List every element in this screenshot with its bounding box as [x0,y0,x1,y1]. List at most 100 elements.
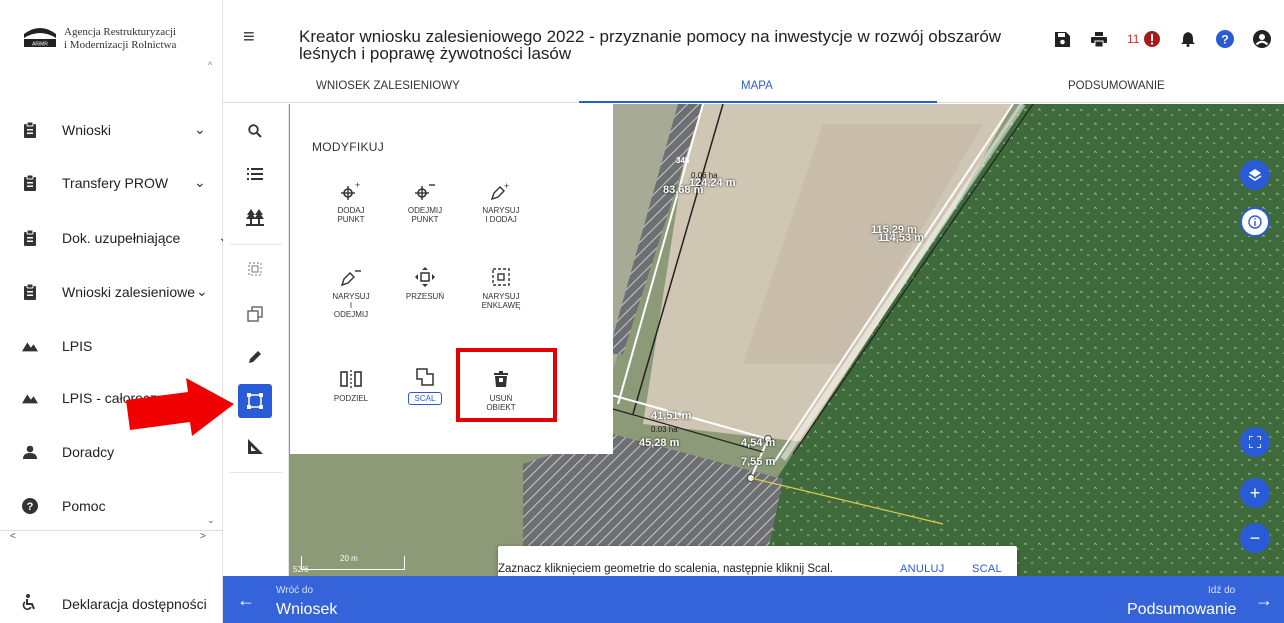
clipboard-icon [22,122,38,138]
cancel-button[interactable]: ANULUJ [900,563,945,575]
terrain-icon [22,338,38,354]
split-button[interactable]: PODZIEL [316,364,386,403]
select-area-icon[interactable] [238,252,272,286]
tool-label: NARYSUJ [482,206,520,215]
toolbar-divider [229,244,283,245]
fullscreen-button[interactable] [1240,427,1270,457]
tool-label: ODEJMIJ [333,310,369,319]
help-icon[interactable]: ? [1216,30,1235,48]
info-button[interactable] [1240,207,1270,237]
length-label: 41,51 m [651,410,692,422]
sidebar-item-wnioski[interactable]: Wnioski ⌄ [22,118,206,142]
sidebar: ARiMR Agencja Restrukturyzacji i Moderni… [0,0,230,623]
sidebar-item-doradcy[interactable]: Doradcy [22,440,114,464]
clipboard-icon [22,284,38,300]
arimr-logo-icon: ARiMR [24,26,56,48]
forest-icon[interactable] [238,200,272,234]
map-scale-label: 20 m [340,554,358,563]
modify-panel: MODYFIKUJ + DODAJ PUNKT ODEJMIJ PUNKT + … [290,104,613,454]
tool-label: NARYSUJ [482,292,520,301]
brand-name: Agencja Restrukturyzacji i Modernizacji … [64,26,176,52]
snackbar-message: Zaznacz kliknięciem geometrie do scaleni… [498,563,833,575]
tool-label: PODZIEL [333,394,369,403]
sidebar-item-pomoc[interactable]: ? Pomoc [22,494,106,518]
bottom-navigation: ← Wróć do Wniosek Idź do Podsumowanie → [223,576,1284,623]
move-icon [390,262,460,292]
tab-podsumowanie[interactable]: PODSUMOWANIE [1068,80,1165,92]
toolbar-divider [229,472,283,473]
map-toolbar [223,104,289,576]
svg-text:?: ? [27,501,34,513]
add-point-button[interactable]: + DODAJ PUNKT [316,176,386,224]
measure-icon[interactable] [238,429,272,463]
chevron-down-icon[interactable]: ⌄ [196,283,208,300]
info-icon [1248,215,1262,229]
scroll-right-icon[interactable]: > [200,531,206,542]
sidebar-item-label: Transfery PROW [62,175,169,191]
account-icon[interactable] [1253,30,1272,48]
map-view[interactable]: ^ ^ [223,104,1284,576]
fullscreen-icon [1249,436,1261,448]
plus-icon: + [1249,482,1261,503]
accessibility-link[interactable]: Deklaracja dostępności [22,594,207,613]
tool-label: ENKLAWĘ [481,301,521,310]
annotation-arrow-icon [126,378,234,436]
tab-wniosek-zalesieniowy[interactable]: WNIOSEK ZALESIENIOWY [316,80,460,92]
zoom-out-button[interactable]: − [1240,523,1270,553]
save-icon[interactable] [1053,30,1071,48]
pencil-icon[interactable] [238,340,272,374]
sidebar-item-wnioski-zalesieniowe[interactable]: Wnioski zalesieniowe ⌄ [22,280,208,304]
merge-label: SCAL [407,392,443,405]
person-icon [22,444,38,460]
svg-text:?: ? [1222,33,1229,47]
remove-point-icon [390,176,460,206]
length-label: 124,24 m [689,177,736,189]
tool-label: I [349,301,353,310]
next-caption: Idź do [1208,585,1236,596]
copy-shape-icon[interactable] [238,297,272,331]
clipboard-icon [22,175,38,191]
list-icon[interactable] [238,157,272,191]
arrow-left-icon[interactable]: ← [237,590,255,611]
parcel-number-label: 345 [676,156,690,165]
layers-icon [1248,169,1262,181]
tool-label: NARYSUJ [332,292,370,301]
draw-and-subtract-button[interactable]: NARYSUJ I ODEJMIJ [316,262,386,319]
sidebar-scroll-up-icon[interactable]: ^ [208,60,212,70]
back-button[interactable]: Wniosek [276,601,337,619]
chevron-down-icon[interactable]: ⌄ [194,121,206,138]
merge-confirm-button[interactable]: SCAL [972,563,1002,575]
draw-subtract-icon [316,262,386,292]
brand-logo[interactable]: ARiMR Agencja Restrukturyzacji i Moderni… [24,26,176,52]
accessibility-label: Deklaracja dostępności [62,595,207,612]
zoom-in-button[interactable]: + [1240,478,1270,508]
scroll-left-icon[interactable]: < [10,531,16,542]
bell-icon[interactable] [1179,30,1197,48]
header: ≡ Kreator wniosku zalesieniowego 2022 - … [223,0,1284,103]
sidebar-item-transfery-prow[interactable]: Transfery PROW ⌄ [22,171,206,195]
modify-geometry-icon[interactable] [238,384,272,418]
arrow-right-icon[interactable]: → [1255,590,1273,611]
next-button[interactable]: Podsumowanie [1127,601,1236,619]
remove-point-button[interactable]: ODEJMIJ PUNKT [390,176,460,224]
error-count: 11 [1127,32,1140,46]
layers-button[interactable] [1240,160,1270,190]
search-icon[interactable] [238,114,272,148]
hamburger-menu-icon[interactable]: ≡ [243,26,255,49]
parcel-id-label: 52/6 [293,565,309,574]
merge-button[interactable]: SCAL [390,362,460,405]
chevron-down-icon[interactable]: ⌄ [194,174,206,191]
sidebar-item-lpis[interactable]: LPIS [22,334,92,358]
error-counter[interactable]: 11 [1127,31,1161,47]
move-button[interactable]: PRZESUŃ [390,262,460,301]
brand-line2: i Modernizacji Rolnictwa [64,39,177,51]
scroll-down-icon[interactable]: ⌄ [207,515,215,526]
sidebar-scrollbar[interactable]: ⌄ < > [0,515,223,544]
tab-mapa[interactable]: MAPA [741,80,773,92]
print-icon[interactable] [1090,30,1108,48]
draw-enclave-button[interactable]: NARYSUJ ENKLAWĘ [466,262,536,310]
tool-label: PRZESUŃ [405,292,445,301]
sidebar-item-dok-uzupelniajace[interactable]: Dok. uzupełniające ⌄ [22,226,230,250]
length-label: 4,54 m [741,437,776,449]
draw-and-add-button[interactable]: + NARYSUJ I DODAJ [466,176,536,224]
